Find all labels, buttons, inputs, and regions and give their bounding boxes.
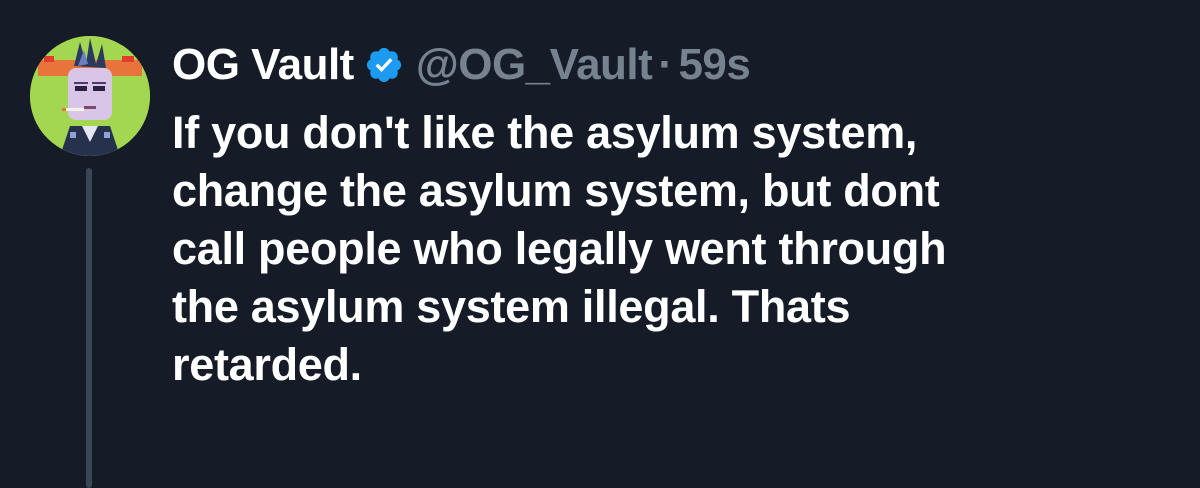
pixel-art-character-avatar-icon — [30, 36, 150, 156]
tweet-text-line: retarded. — [172, 339, 362, 390]
tweet-header: OG Vault @OG_Vault · 59s — [172, 34, 751, 96]
display-name[interactable]: OG Vault — [172, 40, 354, 90]
tweet-text-line: call people who legally went through — [172, 223, 947, 274]
tweet-text-line: If you don't like the asylum system, — [172, 107, 918, 158]
tweet[interactable]: OG Vault @OG_Vault · 59s If you don't li… — [0, 0, 1200, 488]
timestamp[interactable]: 59s — [678, 40, 750, 90]
username-handle[interactable]: @OG_Vault — [416, 40, 653, 90]
tweet-text: If you don't like the asylum system, cha… — [172, 104, 1182, 394]
tweet-text-line: change the asylum system, but dont — [172, 165, 940, 216]
tweet-text-line: the asylum system illegal. Thats — [172, 281, 851, 332]
avatar[interactable] — [30, 36, 150, 156]
thread-line — [86, 168, 92, 488]
separator-dot: · — [658, 40, 673, 89]
verified-badge-icon[interactable] — [364, 45, 404, 85]
